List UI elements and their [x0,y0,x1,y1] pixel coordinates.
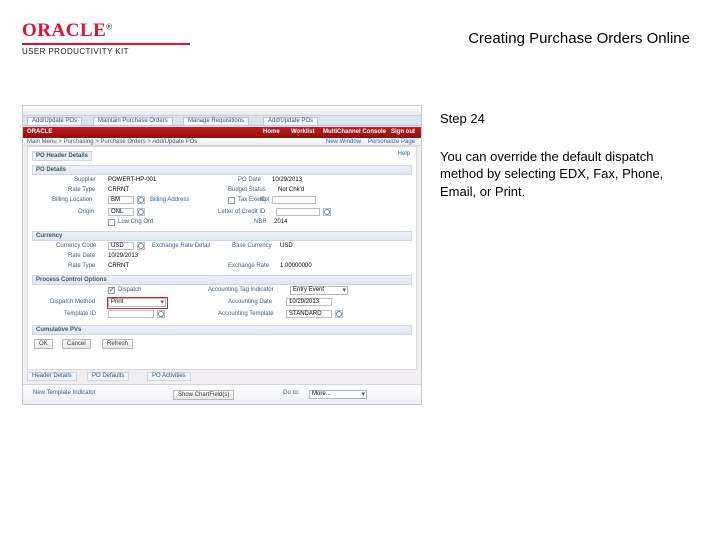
breadcrumb-bar: Main Menu > Purchasing > Purchase Orders… [23,138,421,146]
brand-tm: ® [106,23,112,32]
new-window-link[interactable]: New Window [326,139,361,145]
link-exchange-rate-detail[interactable]: Exchange Rate Detail [152,243,210,249]
low-tab[interactable]: PO Activities [147,372,191,381]
label-dispatch: Dispatch [118,287,141,293]
input-accounting-date[interactable]: 10/29/2013 [286,298,332,306]
input-letter-of-credit[interactable] [276,208,320,216]
checkbox-low-chg-ord[interactable] [108,219,115,226]
label-billing-location: Billing Location [52,197,92,203]
value-supplier: POWERT-HP-001 [108,177,156,183]
checkbox-dispatch[interactable] [108,287,115,294]
personalize-link[interactable]: Personalize Page [368,139,415,145]
label-supplier: Supplier [74,177,96,183]
step-title: Step 24 [440,110,690,128]
label-letter-of-credit: Letter of Credit ID [218,209,265,215]
breadcrumb[interactable]: Main Menu > Purchasing > Purchase Orders… [27,139,197,145]
page-title: Creating Purchase Orders Online [468,30,690,47]
app-body: PO Header Details Help PO Details Suppli… [27,146,417,370]
low-tab[interactable]: PO Defaults [87,372,129,381]
cancel-button[interactable]: Cancel [62,339,91,349]
lookup-icon[interactable] [335,310,343,318]
browser-tab[interactable]: Add/Update POs [263,117,318,125]
label-base-currency: Base Currency [232,243,272,249]
lookup-icon[interactable] [157,310,165,318]
section-currency[interactable]: Currency [32,231,412,241]
value-rate-type: CRRNT [108,187,129,193]
value-po-date: 10/29/2013 [272,177,302,183]
lookup-icon[interactable] [137,242,145,250]
label-accounting-date: Accounting Date [228,299,272,305]
app-menu[interactable]: MultiChannel Console [323,129,386,135]
dropdown-accounting-tag[interactable]: Entry Event [290,286,348,295]
input-currency-code[interactable]: USD [108,242,134,250]
link-new-template[interactable]: New Template Indicator [33,390,96,396]
help-link[interactable]: Help [398,151,410,157]
label-goto: Go to: [283,390,299,396]
label-budget-status: Budget Status [228,187,266,193]
lookup-icon[interactable] [137,196,145,204]
browser-toolbar [23,106,421,116]
checkbox-tax-exempt[interactable] [228,197,235,204]
label-low-chg-ord: Low Chg Ord [118,219,153,225]
embedded-screenshot: Add/Update POs Maintain Purchase Orders … [22,105,422,405]
app-brandbar: ORACLE Home Worklist MultiChannel Consol… [23,127,421,138]
lookup-icon[interactable] [137,208,145,216]
lookup-icon[interactable] [323,208,331,216]
input-id[interactable] [272,196,316,204]
input-accounting-template[interactable]: STANDARD [286,310,332,318]
browser-tabrow: Add/Update POs Maintain Purchase Orders … [23,116,421,126]
dropdown-goto[interactable]: More... [309,390,367,399]
label-template-id: Template ID [64,311,96,317]
label-rate-type: Rate Type [68,187,95,193]
input-origin[interactable]: ONL [108,208,134,216]
value-rate-type2: CRRNT [108,263,129,269]
value-base-currency: USD [280,243,293,249]
brand-block: ORACLE® USER PRODUCTIVITY KIT [22,20,190,56]
label-currency-code: Currency Code [56,243,96,249]
section-process-control[interactable]: Process Control Options [32,275,412,285]
app-menu[interactable]: Sign out [391,129,415,135]
value-budget-status: Not Chk'd [278,187,304,193]
label-rate-date: Rate Date [68,253,95,259]
section-po-details[interactable]: PO Details [32,165,412,175]
refresh-button[interactable]: Refresh [102,339,133,349]
label-rate-type2: Rate Type [68,263,95,269]
instruction-panel: Step 24 You can override the default dis… [440,110,690,200]
brand-word: ORACLE [22,20,106,41]
label-exchange-rate: Exchange Rate [228,263,269,269]
input-template-id[interactable] [108,310,154,318]
browser-tab[interactable]: Add/Update POs [27,117,82,125]
low-tab[interactable]: Header Details [27,372,77,381]
brand-rule [22,43,190,45]
browser-tab[interactable]: Manage Requisitions [183,117,249,125]
brand-subtitle: USER PRODUCTIVITY KIT [22,47,190,56]
input-billing-location[interactable]: BM [108,196,134,204]
app-menu[interactable]: Worklist [291,129,315,135]
label-dispatch-method: Dispatch Method [50,299,95,305]
value-rate-date: 10/29/2013 [108,253,138,259]
label-po-date: PO Date [238,177,261,183]
low-tab-row: Header Details PO Defaults PO Activities [27,372,417,382]
label-tax-exempt: Tax Exempt [238,197,269,203]
label-accounting-tag: Accounting Tag Indicator [208,287,274,293]
window-frame: Add/Update POs Maintain Purchase Orders … [22,105,422,405]
app-brand: ORACLE [27,129,52,135]
label-nbr: NBR [254,219,267,225]
ok-button[interactable]: OK [34,339,53,349]
step-body: You can override the default dispatch me… [440,148,690,201]
browser-tab[interactable]: Maintain Purchase Orders [93,117,173,125]
value-nbr: 2014 [274,219,287,225]
section-cumulative-pvs[interactable]: Cumulative PVs [32,325,412,335]
label-accounting-template: Accounting Template [218,311,274,317]
label-origin: Origin [78,209,94,215]
highlight-rectangle [107,297,168,309]
value-exchange-rate: 1.00000000 [280,263,312,269]
page-heading: PO Header Details [32,151,92,161]
footer-bar: New Template Indicator Show ChartField(s… [23,384,421,404]
link-billing-address[interactable]: Billing Address [150,197,189,203]
app-menu[interactable]: Home [263,129,280,135]
show-chartfields-button[interactable]: Show ChartField(s) [173,390,234,400]
